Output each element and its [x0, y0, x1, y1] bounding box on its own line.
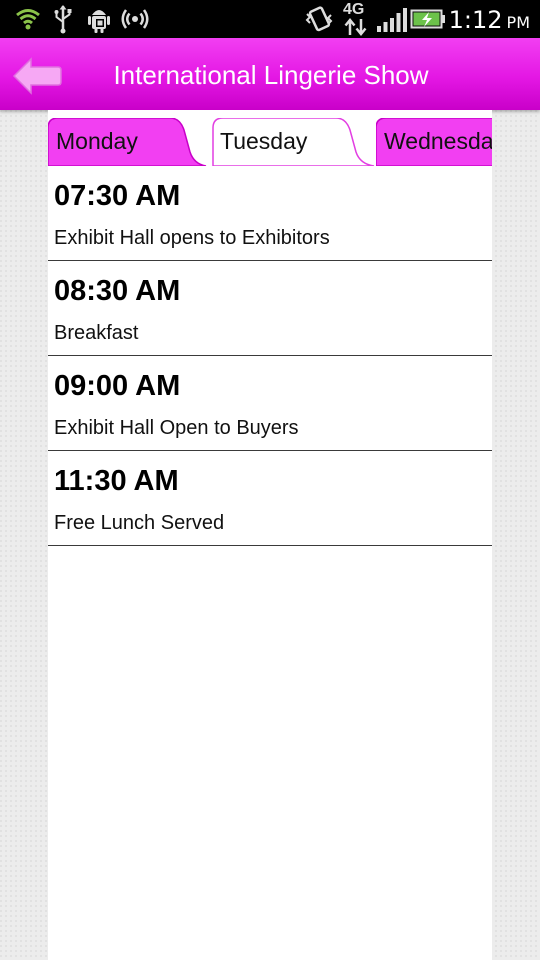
android-debug-icon	[88, 10, 110, 33]
signal-icon	[377, 8, 407, 32]
title-bar: International Lingerie Show	[0, 38, 540, 110]
schedule-list: 07:30 AM Exhibit Hall opens to Exhibitor…	[48, 166, 492, 546]
schedule-item[interactable]: 11:30 AM Free Lunch Served	[48, 451, 492, 546]
status-clock: 1:12 PM	[449, 0, 530, 38]
hotspot-icon	[121, 9, 149, 29]
page-title: International Lingerie Show	[113, 60, 429, 90]
tab-label: Monday	[56, 128, 138, 154]
back-button[interactable]	[10, 56, 64, 96]
item-time: 09:00 AM	[54, 370, 181, 402]
item-title: Exhibit Hall opens to Exhibitors	[54, 227, 330, 249]
network-type-label: 4G	[343, 1, 365, 18]
tab-tuesday[interactable]: Tuesday	[212, 118, 382, 166]
tab-label: Tuesday	[220, 128, 308, 154]
schedule-item[interactable]: 07:30 AM Exhibit Hall opens to Exhibitor…	[48, 166, 492, 261]
item-time: 11:30 AM	[54, 465, 179, 497]
wifi-icon	[16, 9, 40, 30]
item-title: Exhibit Hall Open to Buyers	[54, 417, 299, 439]
tab-label: Wednesday	[384, 128, 492, 154]
data-transfer-icon: 4G	[340, 0, 372, 38]
item-title: Free Lunch Served	[54, 512, 225, 534]
item-time: 07:30 AM	[54, 180, 181, 212]
status-bar: 4G 1:12 PM	[0, 0, 540, 38]
day-tabs: Monday Tuesday Wednesday	[48, 116, 492, 168]
schedule-panel: Monday Tuesday Wednesday 07:30 AM Exhibi…	[48, 110, 492, 960]
back-arrow-icon	[12, 57, 62, 95]
vibrate-icon	[305, 6, 333, 32]
battery-charging-icon	[410, 9, 445, 29]
clock-ampm: PM	[506, 13, 530, 32]
schedule-item[interactable]: 08:30 AM Breakfast	[48, 261, 492, 356]
item-time: 08:30 AM	[54, 275, 181, 307]
schedule-item[interactable]: 09:00 AM Exhibit Hall Open to Buyers	[48, 356, 492, 451]
item-title: Breakfast	[54, 322, 139, 344]
clock-time: 1:12	[448, 6, 503, 34]
tab-wednesday[interactable]: Wednesday	[376, 118, 492, 166]
usb-icon	[54, 5, 72, 34]
tab-monday[interactable]: Monday	[48, 118, 214, 166]
